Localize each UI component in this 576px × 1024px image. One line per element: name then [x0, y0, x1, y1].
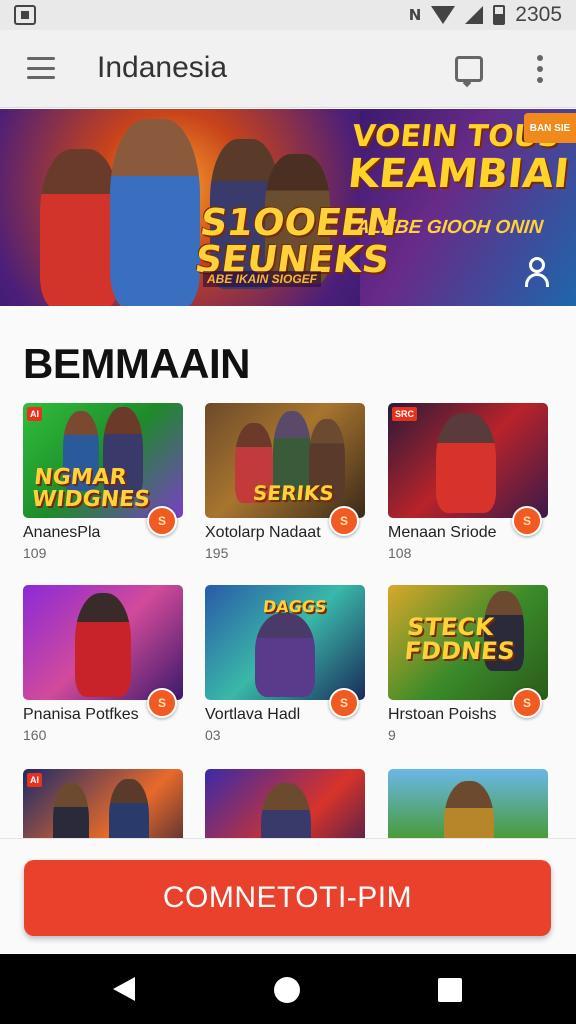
banner-badge: BAN SIE: [524, 113, 576, 143]
game-thumbnail: AI NGMAR WIDGNES: [23, 403, 183, 518]
game-card[interactable]: [205, 769, 365, 838]
banner-hero-figure: [110, 119, 200, 306]
cast-icon[interactable]: [455, 56, 483, 82]
game-name: AnanesPla: [23, 524, 101, 541]
app-bar: Indanesia: [0, 30, 576, 108]
game-thumbnail: STECK FDDNES: [388, 585, 548, 700]
status-indicators: N 2305: [409, 3, 562, 27]
banner-tagline: ALKBE GIOOH ONIN: [354, 217, 544, 238]
play-icon[interactable]: S: [512, 506, 542, 536]
status-time: 2305: [515, 3, 562, 26]
game-name: Pnanisa Potfkes: [23, 706, 139, 723]
home-icon[interactable]: [274, 977, 300, 1003]
game-tag: AI: [27, 407, 42, 421]
status-bar: N 2305: [0, 0, 576, 30]
play-icon[interactable]: S: [329, 688, 359, 718]
notification-icon: [14, 5, 36, 25]
banner-logo-subtitle: ABE IKAIN SIOGEF: [203, 271, 322, 287]
game-name: Xotolarp Nadaat: [205, 524, 321, 541]
game-thumbnail: [205, 769, 365, 838]
game-card[interactable]: AI NGMAR WIDGNES S AnanesPla 109: [23, 403, 183, 568]
game-card[interactable]: STECK FDDNES S Hrstoan Poishs 9: [388, 585, 548, 750]
game-card[interactable]: [388, 769, 548, 838]
cellular-icon: [465, 6, 484, 24]
game-card[interactable]: AI: [23, 769, 183, 838]
banner-headline-line2: KEAMBIAI: [345, 150, 572, 197]
game-name: Vortlava Hadl: [205, 706, 301, 723]
game-count: 109: [23, 545, 47, 561]
banner-hero-figure: [40, 149, 120, 306]
promo-banner[interactable]: S1OOEEN SEUNEKS ABE IKAIN SIOGEF VOEIN T…: [0, 109, 576, 306]
game-count: 195: [205, 545, 229, 561]
game-thumbnail: SERIKS: [205, 403, 365, 518]
recents-icon[interactable]: [438, 978, 462, 1002]
game-thumbnail: AI: [23, 769, 183, 838]
user-icon[interactable]: [523, 257, 551, 289]
game-thumbnail: [23, 585, 183, 700]
game-tag: AI: [27, 773, 42, 787]
signal-text: N: [408, 6, 422, 24]
app-title: Indanesia: [97, 51, 228, 84]
game-thumb-title: SERIKS: [251, 481, 336, 505]
game-count: 03: [205, 727, 221, 743]
game-thumbnail: DAGGS: [205, 585, 365, 700]
game-count: 9: [388, 727, 396, 743]
menu-icon[interactable]: [27, 57, 55, 79]
game-count: 160: [23, 727, 47, 743]
game-name: Menaan Sriode: [388, 524, 497, 541]
wifi-icon: [431, 6, 456, 24]
game-name: Hrstoan Poishs: [388, 706, 497, 723]
play-icon[interactable]: S: [147, 506, 177, 536]
game-count: 108: [388, 545, 412, 561]
bottom-action-area: COMNETOTI-PIM: [0, 838, 576, 954]
back-icon[interactable]: [113, 977, 135, 1001]
game-thumb-title: STECK FDDNES: [403, 613, 517, 665]
game-thumb-title: NGMAR WIDGNES: [30, 465, 152, 512]
game-tag: SRC: [392, 407, 418, 421]
game-list-section: BEMMAAIN AI NGMAR WIDGNES S AnanesPla 10…: [0, 306, 576, 838]
play-icon[interactable]: S: [512, 688, 542, 718]
banner-game-logo: S1OOEEN SEUNEKS: [192, 201, 400, 281]
battery-icon: [493, 5, 506, 25]
game-card[interactable]: SERIKS S Xotolarp Nadaat 195: [205, 403, 365, 568]
more-vert-icon[interactable]: [536, 55, 544, 83]
game-thumbnail: [388, 769, 548, 838]
primary-cta-button[interactable]: COMNETOTI-PIM: [24, 860, 551, 936]
section-title: BEMMAAIN: [23, 340, 250, 387]
game-thumb-title: DAGGS: [262, 597, 328, 616]
game-thumbnail: SRC: [388, 403, 548, 518]
game-card[interactable]: DAGGS S Vortlava Hadl 03: [205, 585, 365, 750]
system-nav-bar: [0, 954, 576, 1024]
game-card[interactable]: S Pnanisa Potfkes 160: [23, 585, 183, 750]
game-card[interactable]: SRC S Menaan Sriode 108: [388, 403, 548, 568]
play-icon[interactable]: S: [329, 506, 359, 536]
play-icon[interactable]: S: [147, 688, 177, 718]
